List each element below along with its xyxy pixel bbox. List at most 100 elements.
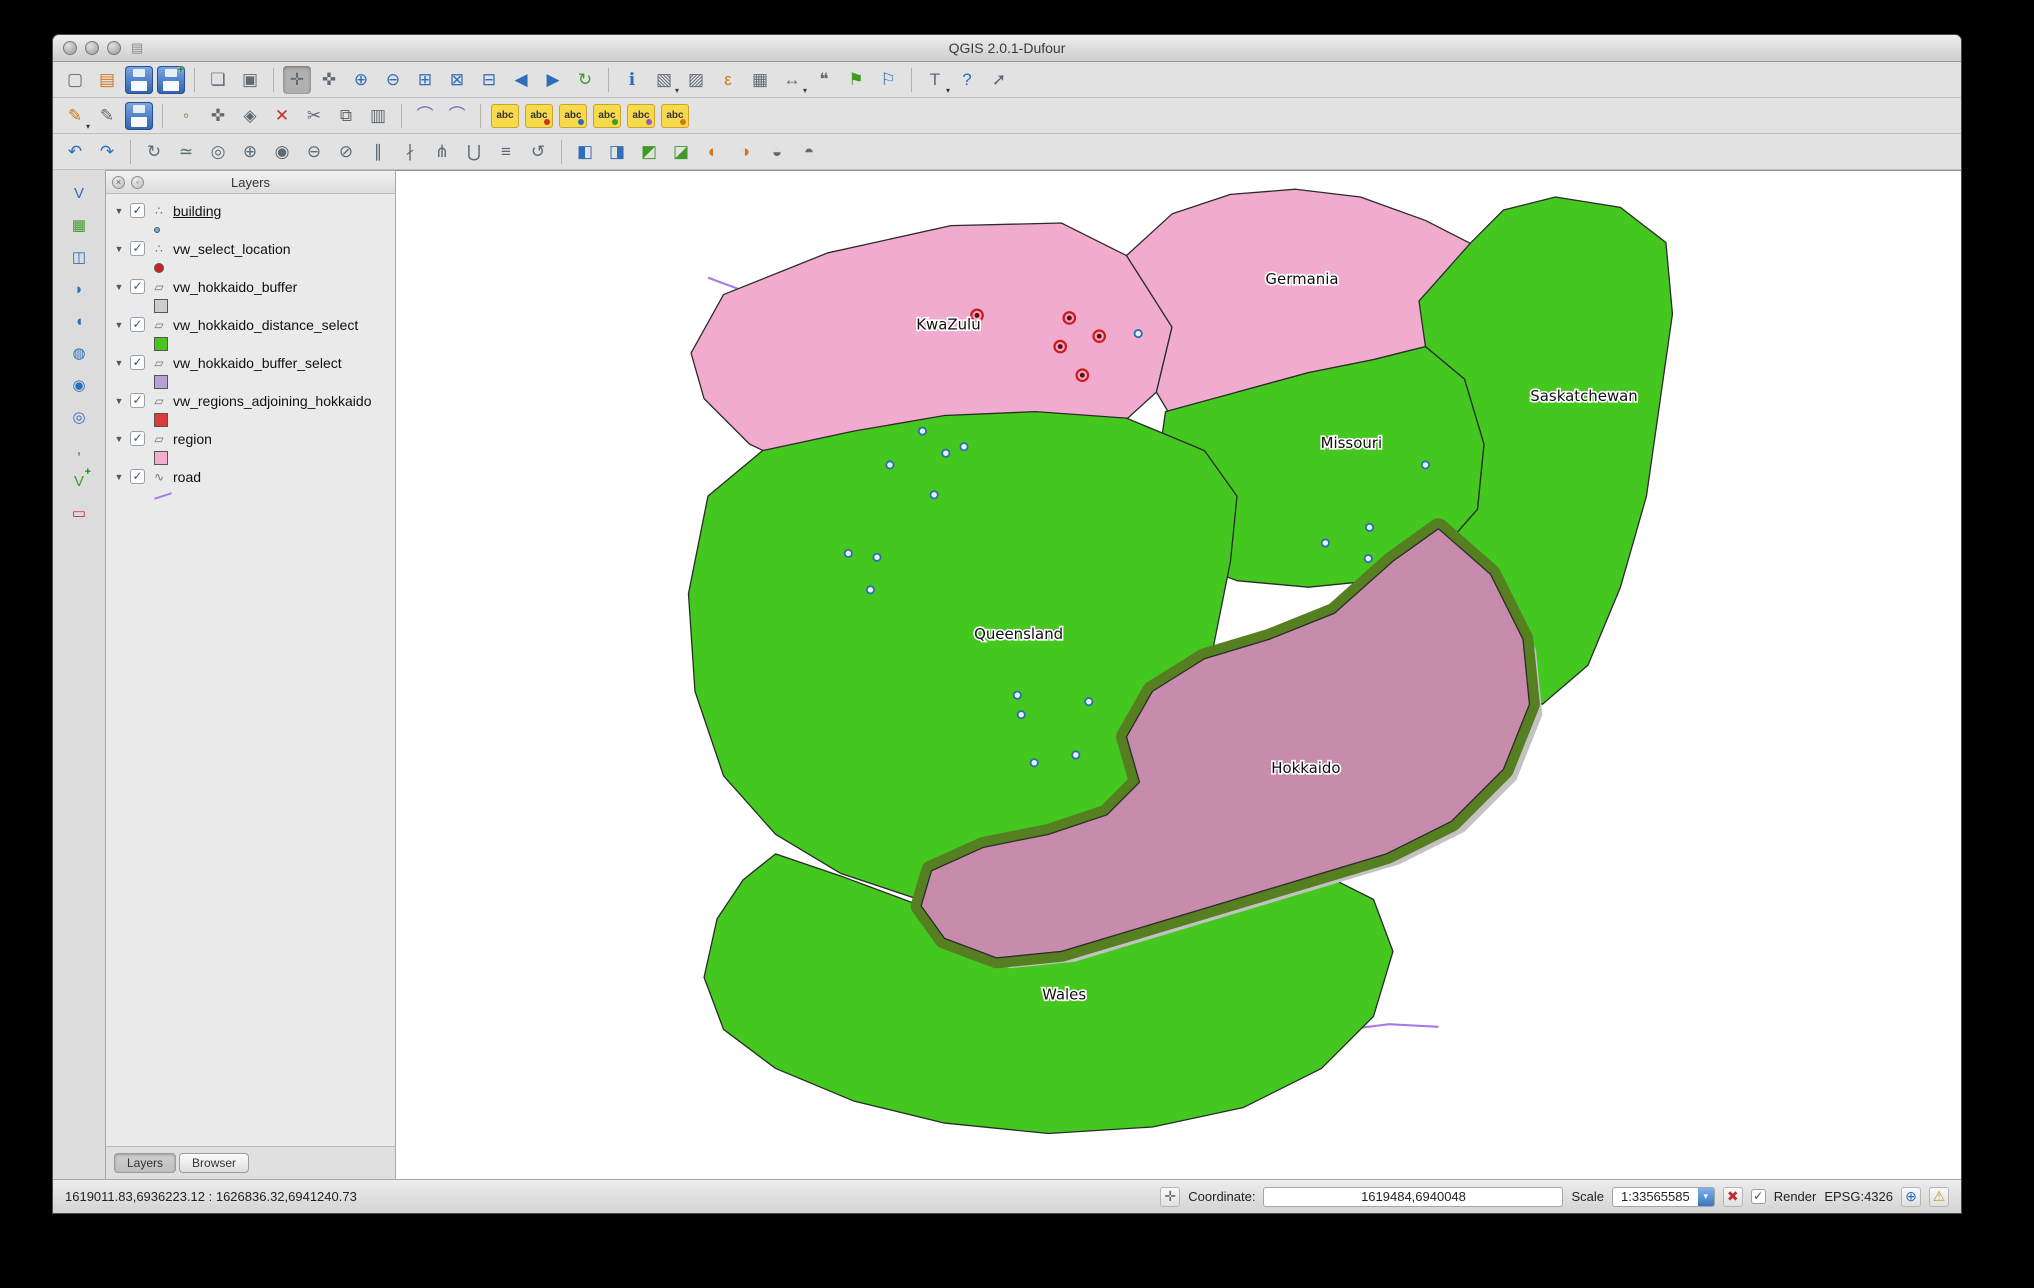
add-part-icon[interactable]: ⊕: [236, 138, 264, 166]
save-layer-edits-icon[interactable]: [125, 101, 153, 130]
map-tips-icon[interactable]: ❝: [810, 66, 838, 94]
whats-this-icon[interactable]: ➚: [985, 66, 1013, 94]
layer-visibility-checkbox[interactable]: ✓: [130, 393, 145, 408]
collapse-arrow-icon[interactable]: ▼: [114, 472, 124, 482]
new-bookmark-icon[interactable]: ⚑: [842, 66, 870, 94]
add-postgis-layer-icon[interactable]: ◫: [66, 244, 92, 270]
layer-visibility-checkbox[interactable]: ✓: [130, 279, 145, 294]
add-wcs-layer-icon[interactable]: ◉: [66, 372, 92, 398]
pin-labels-icon[interactable]: abc: [525, 103, 553, 128]
layer-symbol-swatch[interactable]: [154, 262, 164, 273]
stop-render-icon[interactable]: ✖: [1722, 1186, 1743, 1207]
tab-layers[interactable]: Layers: [114, 1153, 177, 1173]
raster-increase-brightness-icon[interactable]: ◐: [699, 138, 727, 166]
collapse-arrow-icon[interactable]: ▼: [114, 320, 124, 330]
merge-feature-attributes-icon[interactable]: ≡: [492, 138, 520, 166]
select-by-expression-icon[interactable]: ε: [714, 66, 742, 94]
reshape-features-icon[interactable]: ⌒: [411, 102, 439, 130]
merge-features-icon[interactable]: ⋃: [460, 138, 488, 166]
select-features-icon[interactable]: ▧ ▾: [650, 66, 679, 95]
measure-icon[interactable]: ↔ ▾: [778, 66, 808, 95]
render-checkbox[interactable]: ✓: [1750, 1189, 1766, 1204]
simplify-feature-icon[interactable]: ≃: [172, 138, 200, 166]
layer-symbol-swatch[interactable]: [154, 450, 168, 465]
text-annotation-icon[interactable]: T ▾: [921, 66, 950, 95]
scale-dropdown-icon[interactable]: ▾: [1697, 1187, 1714, 1206]
layer-symbol-swatch[interactable]: [154, 336, 168, 351]
layer-item-vw_hokkaido_distance_select[interactable]: ▼ ✓ ▱ vw_hokkaido_distance_select: [106, 314, 395, 335]
rotate-label-icon[interactable]: abc: [627, 103, 655, 128]
split-parts-icon[interactable]: ⋔: [428, 138, 456, 166]
layer-item-vw_hokkaido_buffer[interactable]: ▼ ✓ ▱ vw_hokkaido_buffer: [106, 276, 395, 297]
panel-float-icon[interactable]: ◦: [131, 175, 144, 189]
raster-decrease-contrast-icon[interactable]: ◓: [795, 138, 823, 166]
layer-visibility-checkbox[interactable]: ✓: [130, 241, 145, 256]
zoom-full-icon[interactable]: ⊞: [411, 66, 439, 94]
new-project-icon[interactable]: ▢: [61, 66, 89, 94]
current-edits-icon[interactable]: ✎ ▾: [61, 102, 90, 131]
new-shapefile-layer-icon[interactable]: V +: [66, 466, 92, 494]
crs-status-icon[interactable]: ⊕: [1901, 1186, 1921, 1207]
zoom-last-icon[interactable]: ◀: [507, 66, 535, 94]
open-attribute-table-icon[interactable]: ▦: [746, 66, 774, 94]
map-canvas[interactable]: KwaZulu Germania Saskatchewan Missouri Queen…: [396, 170, 1961, 1179]
panel-close-icon[interactable]: ×: [112, 175, 125, 189]
add-raster-layer-icon[interactable]: ▦: [66, 212, 92, 238]
move-label-icon[interactable]: abc: [593, 103, 621, 128]
layer-symbol-swatch[interactable]: [154, 374, 168, 389]
redo-icon[interactable]: ↷: [93, 138, 121, 166]
add-vector-layer-icon[interactable]: V: [66, 180, 92, 206]
coordinate-input[interactable]: 1619484,6940048: [1263, 1186, 1564, 1207]
layer-item-region[interactable]: ▼ ✓ ▱ region: [106, 428, 395, 449]
delete-ring-icon[interactable]: ⊖: [300, 138, 328, 166]
zoom-in-icon[interactable]: ⊕: [347, 66, 375, 94]
layer-item-road[interactable]: ▼ ✓ ∿ road: [106, 466, 395, 487]
collapse-arrow-icon[interactable]: ▼: [114, 396, 124, 406]
minimize-button[interactable]: [85, 41, 99, 55]
add-wms-layer-icon[interactable]: ◍: [66, 340, 92, 366]
layer-item-building[interactable]: ▼ ✓ ∴ building: [106, 200, 395, 221]
offset-curve-icon[interactable]: ∥: [364, 138, 392, 166]
layer-item-vw_hokkaido_buffer_select[interactable]: ▼ ✓ ▱ vw_hokkaido_buffer_select: [106, 352, 395, 373]
pan-map-icon[interactable]: ✛: [283, 65, 311, 94]
tab-browser[interactable]: Browser: [179, 1153, 250, 1173]
save-project-icon[interactable]: [125, 65, 153, 94]
zoom-next-icon[interactable]: ▶: [539, 66, 567, 94]
collapse-arrow-icon[interactable]: ▼: [114, 244, 124, 254]
copy-features-icon[interactable]: ⧉: [332, 102, 360, 130]
new-print-composer-icon[interactable]: ❏: [204, 66, 232, 94]
layer-visibility-checkbox[interactable]: ✓: [130, 317, 145, 332]
layer-symbol-swatch[interactable]: [154, 298, 168, 313]
open-project-icon[interactable]: ▤: [93, 66, 121, 94]
raster-decrease-brightness-icon[interactable]: ◑: [731, 138, 759, 166]
raster-local-cumulative-cut-icon[interactable]: ◩: [635, 138, 663, 166]
delete-part-icon[interactable]: ⊘: [332, 138, 360, 166]
raster-local-histogram-stretch-icon[interactable]: ◧: [571, 138, 599, 166]
zoom-button[interactable]: [107, 41, 121, 55]
layer-visibility-checkbox[interactable]: ✓: [130, 431, 145, 446]
raster-increase-contrast-icon[interactable]: ◒: [763, 138, 791, 166]
log-messages-icon[interactable]: ⚠: [1929, 1186, 1949, 1207]
add-mssql-layer-icon[interactable]: ◖: [66, 308, 92, 334]
help-contents-icon[interactable]: ?: [953, 66, 981, 94]
layer-visibility-checkbox[interactable]: ✓: [130, 203, 145, 218]
scale-combobox[interactable]: 1:33565585 ▾: [1612, 1186, 1715, 1207]
add-wfs-layer-icon[interactable]: ◎: [66, 404, 92, 430]
layer-visibility-checkbox[interactable]: ✓: [130, 355, 145, 370]
zoom-out-icon[interactable]: ⊖: [379, 66, 407, 94]
identify-features-icon[interactable]: ℹ: [618, 66, 646, 94]
raster-full-histogram-stretch-icon[interactable]: ◨: [603, 138, 631, 166]
add-spatialite-layer-icon[interactable]: ◗: [66, 276, 92, 302]
remove-layer-group-icon[interactable]: ▭: [66, 500, 92, 526]
node-tool-icon[interactable]: ◈: [236, 102, 264, 130]
layer-item-vw_regions_adjoining_hokkaido[interactable]: ▼ ✓ ▱ vw_regions_adjoining_hokkaido: [106, 390, 395, 411]
layer-symbol-swatch[interactable]: [154, 491, 172, 500]
composer-manager-icon[interactable]: ▣: [236, 66, 264, 94]
zoom-to-layer-icon[interactable]: ⊟: [475, 66, 503, 94]
layer-symbol-swatch[interactable]: [154, 412, 168, 427]
pan-to-selection-icon[interactable]: ✜: [315, 66, 343, 94]
add-delimited-text-layer-icon[interactable]: ,: [66, 436, 92, 462]
delete-selected-icon[interactable]: ✕: [268, 102, 296, 130]
label-layer-icon[interactable]: abc: [491, 103, 519, 128]
offset-curve-tool-icon[interactable]: ⌒: [443, 102, 471, 130]
